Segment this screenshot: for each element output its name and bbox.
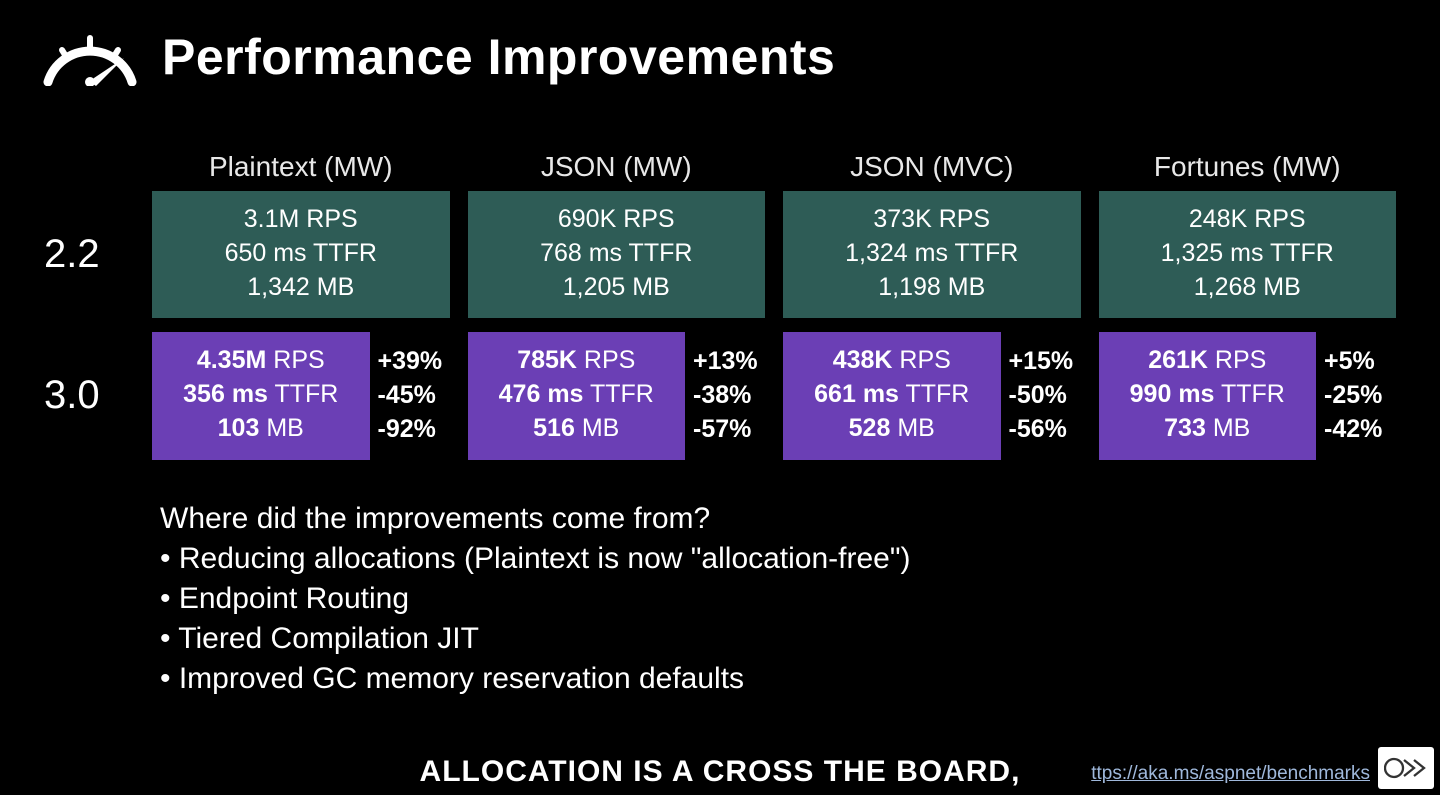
cell: 261K RPS990 ms TTFR733 MB +5% -25% -42% — [1099, 318, 1397, 459]
bullet-item: Reducing allocations (Plaintext is now "… — [160, 542, 1400, 576]
cell: 248K RPS1,325 ms TTFR1,268 MB — [1099, 191, 1397, 318]
bullet-item: Improved GC memory reservation defaults — [160, 662, 1400, 696]
metrics-grid: Plaintext (MW) JSON (MW) JSON (MVC) Fort… — [40, 151, 1400, 460]
pct-col: +39% -45% -92% — [378, 318, 450, 459]
metric-box-30: 438K RPS661 ms TTFR528 MB — [783, 332, 1001, 459]
gauge-icon — [40, 28, 140, 86]
col-header: Plaintext (MW) — [152, 151, 450, 191]
title-row: Performance Improvements — [40, 28, 1400, 86]
benchmark-link[interactable]: ttps://aka.ms/aspnet/benchmarks — [1091, 763, 1370, 785]
bullet-item: Endpoint Routing — [160, 582, 1400, 616]
col-header: Fortunes (MW) — [1099, 151, 1397, 191]
pct-col: +15% -50% -56% — [1009, 318, 1081, 459]
watermark-logo — [1378, 747, 1434, 789]
metric-box-30: 4.35M RPS356 ms TTFR103 MB — [152, 332, 370, 459]
metric-box-30: 261K RPS990 ms TTFR733 MB — [1099, 332, 1317, 459]
slide-title: Performance Improvements — [162, 28, 835, 86]
cell: 373K RPS1,324 ms TTFR1,198 MB — [783, 191, 1081, 318]
metric-box-22: 690K RPS768 ms TTFR1,205 MB — [468, 191, 766, 318]
cell: 4.35M RPS356 ms TTFR103 MB +39% -45% -92… — [152, 318, 450, 459]
pct-col: +5% -25% -42% — [1324, 318, 1396, 459]
metric-box-22: 3.1M RPS650 ms TTFR1,342 MB — [152, 191, 450, 318]
explanation-block: Where did the improvements come from? Re… — [160, 502, 1400, 696]
col-header: JSON (MVC) — [783, 151, 1081, 191]
metric-box-22: 373K RPS1,324 ms TTFR1,198 MB — [783, 191, 1081, 318]
bullet-item: Tiered Compilation JIT — [160, 622, 1400, 656]
row-label-22: 2.2 — [44, 232, 134, 277]
metric-box-22: 248K RPS1,325 ms TTFR1,268 MB — [1099, 191, 1397, 318]
metric-box-30: 785K RPS476 ms TTFR516 MB — [468, 332, 686, 459]
slide: Performance Improvements Plaintext (MW) … — [0, 0, 1440, 696]
row-label-30: 3.0 — [44, 359, 134, 418]
cell: 690K RPS768 ms TTFR1,205 MB — [468, 191, 766, 318]
pct-col: +13% -38% -57% — [693, 318, 765, 459]
col-header: JSON (MW) — [468, 151, 766, 191]
question-text: Where did the improvements come from? — [160, 502, 1400, 536]
cell: 785K RPS476 ms TTFR516 MB +13% -38% -57% — [468, 318, 766, 459]
cell: 3.1M RPS650 ms TTFR1,342 MB — [152, 191, 450, 318]
cell: 438K RPS661 ms TTFR528 MB +15% -50% -56% — [783, 318, 1081, 459]
